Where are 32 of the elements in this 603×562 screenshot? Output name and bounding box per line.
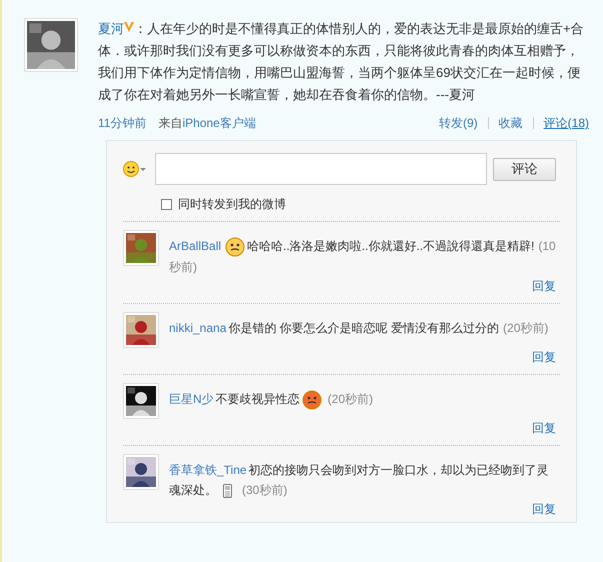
- source-prefix: 来自: [158, 115, 182, 132]
- avatar[interactable]: [24, 18, 78, 72]
- comment-text: nikki_nana 你是错的 你要怎么介是暗恋呢 爱情没有那么过分的 (20秒前): [169, 320, 550, 337]
- reply-link[interactable]: 回复: [532, 276, 556, 295]
- emoticon-picker-icon[interactable]: [123, 161, 147, 177]
- action-link[interactable]: 转发(9): [438, 114, 478, 132]
- comment-input[interactable]: [155, 153, 487, 185]
- avatar[interactable]: [123, 454, 159, 490]
- author-link[interactable]: 夏河: [98, 21, 124, 36]
- action-link[interactable]: 评论(18): [544, 114, 589, 132]
- repost-label: 同时转发到我的微博: [178, 196, 286, 213]
- phone-icon: [223, 484, 232, 498]
- commenter-link[interactable]: 香草拿铁_Tine: [169, 462, 247, 477]
- commenter-link[interactable]: ArBallBall: [169, 239, 222, 253]
- emoticon-icon: [302, 390, 322, 410]
- commenter-link[interactable]: nikki_nana: [169, 320, 226, 335]
- action-link[interactable]: 收藏: [498, 114, 523, 132]
- repost-checkbox[interactable]: [161, 198, 172, 210]
- reply-link[interactable]: 回复: [532, 348, 556, 366]
- source-link[interactable]: iPhone客户端: [182, 114, 256, 132]
- avatar[interactable]: [123, 382, 159, 419]
- comment-text: 香草拿铁_Tine 初恋的接吻只会吻到对方一脸口水，却以为已经吻到了灵魂深处。 (30秒前): [169, 462, 550, 500]
- reply-link[interactable]: 回复: [532, 418, 556, 437]
- commenter-link[interactable]: 巨星N少: [169, 392, 214, 406]
- comment-text: 巨星N少 不要歧视异性恋 (20秒前): [169, 388, 560, 419]
- avatar[interactable]: [123, 312, 159, 348]
- emoticon-icon: [225, 236, 246, 257]
- reply-link[interactable]: 回复: [532, 500, 556, 518]
- post-text: 夏河 ：人在年少的时是不懂得真正的体惜别人的，爱的表达无非是最原始的缠舌+合体．或许那时我们没有更多可以称做资本的东西，只能将彼此青春的肉体互相赠予，我们用下体作为定情信物，用嘴巴山盟海誓，当两个躯体呈69状交汇在一起时候，便成了你在对着她另外一长嘴宣誓，她却在吞食着你的信物。---夏河: [98, 20, 585, 104]
- comment-button[interactable]: 评论: [493, 158, 556, 180]
- comment-text: ArBallBall 哈哈哈..洛洛是嫩肉啦..你就還好..不過說得還真是精辟! (10秒前): [169, 236, 560, 277]
- post-time[interactable]: 11分钟前: [98, 114, 146, 132]
